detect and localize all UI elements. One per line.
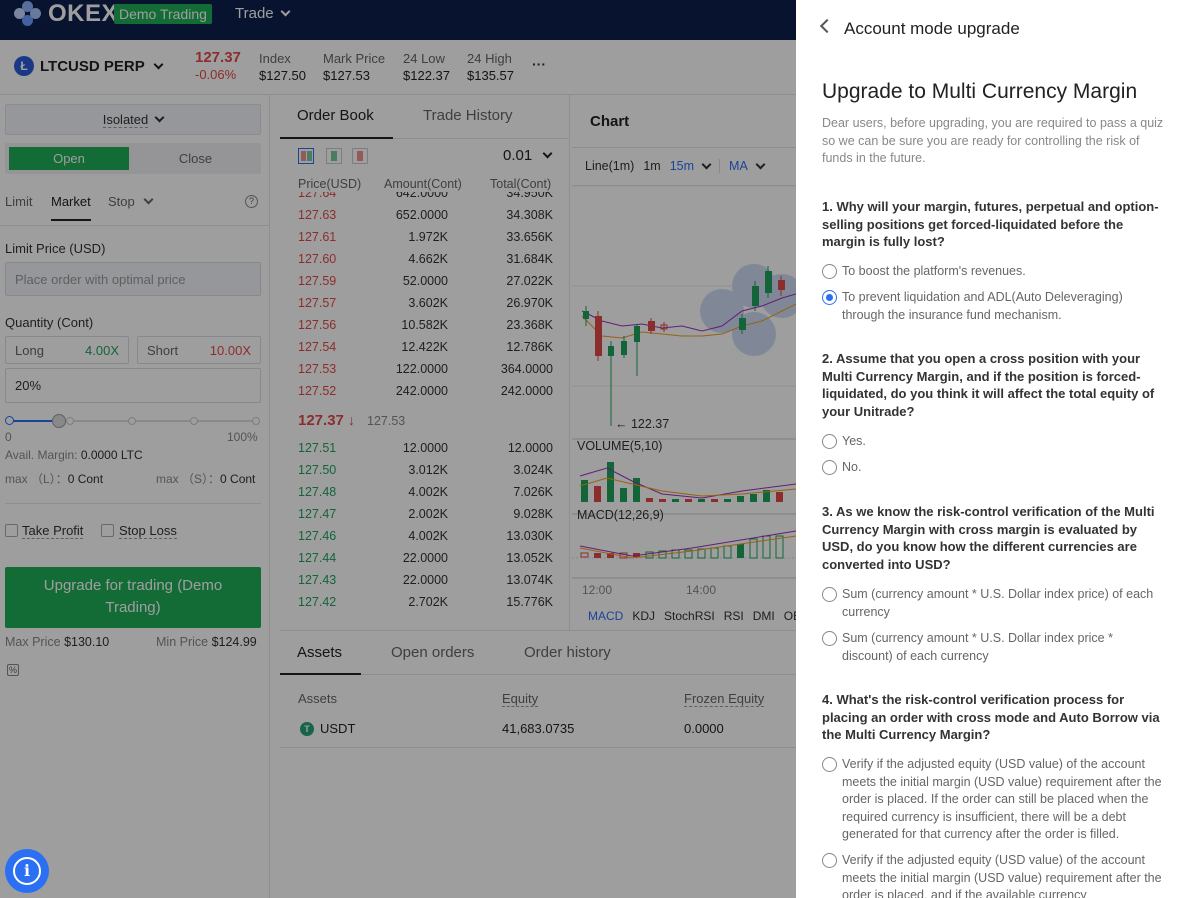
- radio-button[interactable]: [822, 434, 837, 449]
- option-text: To boost the platform's revenues.: [842, 264, 1026, 278]
- option-text: Yes.: [842, 434, 866, 448]
- q2-option-2[interactable]: No.: [822, 459, 1164, 477]
- option-text: No.: [842, 460, 862, 474]
- q3-option-1[interactable]: Sum (currency amount * U.S. Dollar index…: [822, 586, 1164, 621]
- radio-button[interactable]: [822, 631, 837, 646]
- q4-option-2[interactable]: Verify if the adjusted equity (USD value…: [822, 852, 1164, 898]
- option-text: Verify if the adjusted equity (USD value…: [842, 757, 1162, 841]
- option-text: Sum (currency amount * U.S. Dollar index…: [842, 631, 1113, 663]
- option-text: Verify if the adjusted equity (USD value…: [842, 853, 1162, 898]
- radio-button[interactable]: [822, 460, 837, 475]
- radio-button[interactable]: [822, 757, 837, 772]
- drawer-intro: Dear users, before upgrading, you are re…: [822, 116, 1164, 165]
- q2-option-1[interactable]: Yes.: [822, 433, 1164, 451]
- question-2: 2. Assume that you open a cross position…: [822, 351, 1155, 419]
- q1-option-1[interactable]: To boost the platform's revenues.: [822, 263, 1164, 281]
- info-button[interactable]: i: [5, 849, 49, 893]
- option-text: Sum (currency amount * U.S. Dollar index…: [842, 587, 1154, 619]
- q3-option-2[interactable]: Sum (currency amount * U.S. Dollar index…: [822, 630, 1164, 665]
- radio-button[interactable]: [822, 587, 837, 602]
- account-upgrade-drawer: Account mode upgrade Upgrade to Multi Cu…: [796, 0, 1188, 898]
- radio-button[interactable]: [822, 264, 837, 279]
- info-icon: i: [13, 857, 41, 885]
- question-1: 1. Why will your margin, futures, perpet…: [822, 199, 1159, 249]
- radio-button[interactable]: [822, 853, 837, 868]
- question-4: 4. What's the risk-control verification …: [822, 692, 1160, 742]
- q4-option-1[interactable]: Verify if the adjusted equity (USD value…: [822, 756, 1164, 844]
- drawer-heading: Upgrade to Multi Currency Margin: [822, 80, 1138, 103]
- back-arrow-icon[interactable]: [819, 18, 835, 34]
- modal-overlay[interactable]: [0, 0, 796, 898]
- drawer-title: Account mode upgrade: [844, 19, 1020, 38]
- option-text: To prevent liquidation and ADL(Auto Dele…: [842, 290, 1123, 322]
- radio-button-selected[interactable]: [822, 290, 837, 305]
- q1-option-2[interactable]: To prevent liquidation and ADL(Auto Dele…: [822, 289, 1164, 324]
- question-3: 3. As we know the risk-control verificat…: [822, 504, 1155, 572]
